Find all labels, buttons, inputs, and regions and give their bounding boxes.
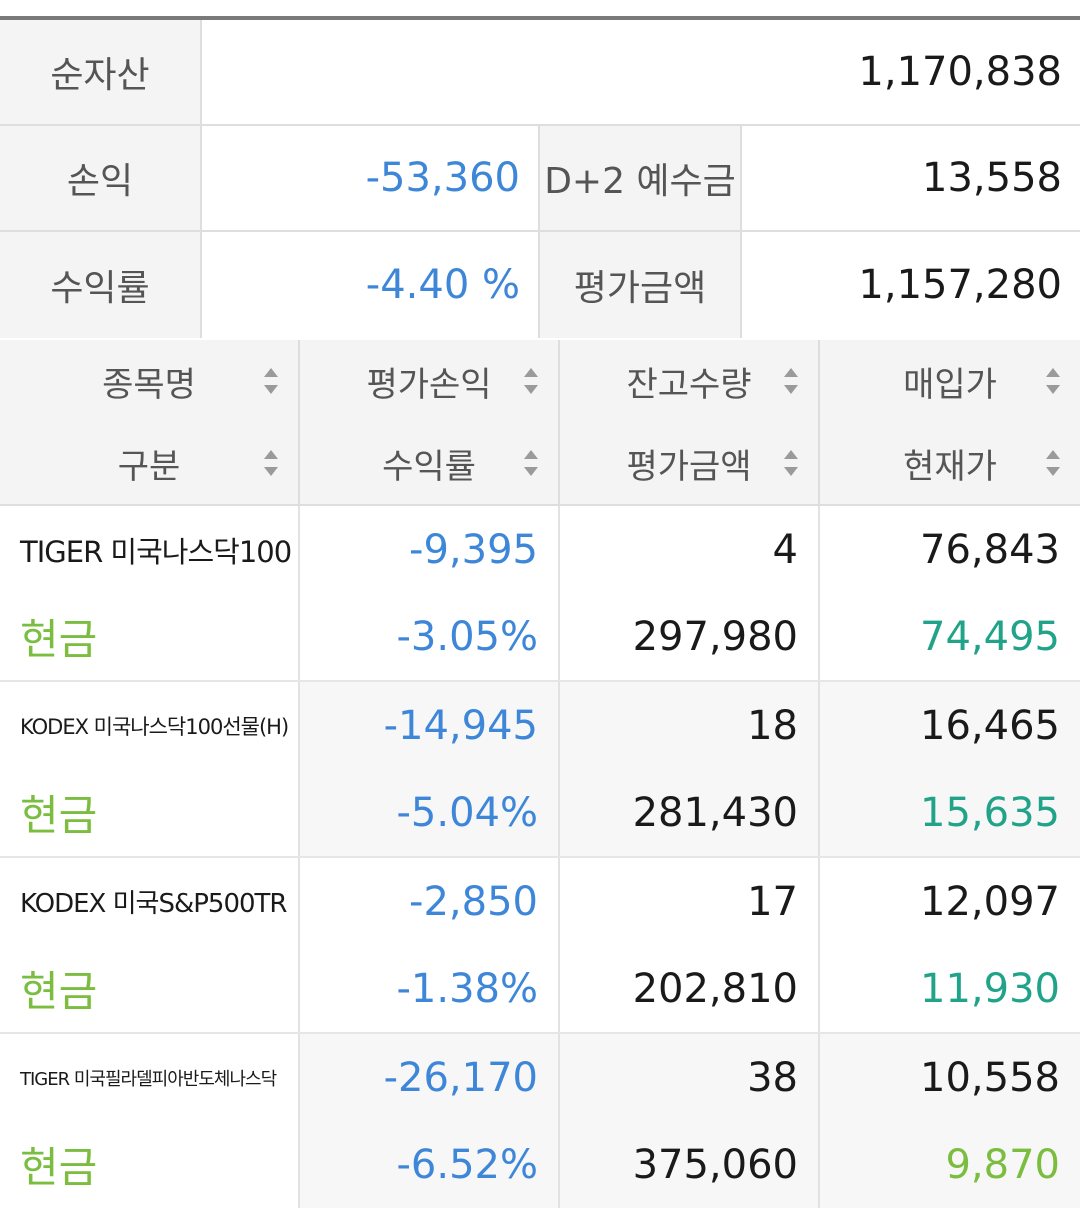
qty-cell: 38 375,060 — [560, 1034, 820, 1208]
eval-pnl: -9,395 — [409, 526, 538, 573]
stock-cell[interactable]: KODEX 미국S&P500TR 현금 — [0, 858, 300, 1032]
stock-cell[interactable]: KODEX 미국나스닥100선물(H) 현금 — [0, 682, 300, 856]
sort-header-qty[interactable]: 잔고수량 — [560, 340, 818, 422]
header-label: 현재가 — [903, 446, 997, 487]
sort-header-buy[interactable]: 매입가 — [820, 340, 1080, 422]
header-label: 평가금액 — [626, 446, 752, 487]
stock-cell[interactable]: TIGER 미국나스닥100 현금 — [0, 506, 300, 680]
return-value: -4.40 % — [202, 232, 540, 338]
sort-header-eval[interactable]: 평가금액 — [560, 422, 818, 504]
stock-name[interactable]: TIGER 미국나스닥100 — [0, 506, 298, 593]
eval-amount: 281,430 — [632, 789, 798, 836]
summary-row-net-asset: 순자산 1,170,838 — [0, 20, 1080, 126]
header-label: 종목명 — [102, 364, 196, 405]
qty-cell: 18 281,430 — [560, 682, 820, 856]
table-row[interactable]: KODEX 미국나스닥100선물(H) 현금 -14,945 -5.04% 18… — [0, 682, 1080, 858]
eval-amount: 375,060 — [632, 1141, 798, 1188]
qty-cell: 17 202,810 — [560, 858, 820, 1032]
header-label: 구분 — [117, 446, 181, 487]
header-label: 평가손익 — [366, 364, 492, 405]
eval-value: 1,157,280 — [858, 262, 1062, 308]
account-summary: 순자산 1,170,838 손익 -53,360 D+2 예수금 13,558 … — [0, 20, 1080, 338]
balance-qty: 17 — [747, 878, 798, 925]
sort-updown-icon[interactable] — [524, 368, 538, 394]
header-col-name: 종목명 구분 — [0, 340, 300, 504]
net-asset-value: 1,170,838 — [858, 49, 1062, 95]
balance-qty: 18 — [747, 702, 798, 749]
account-type: 현금 — [20, 615, 98, 664]
balance-qty: 4 — [772, 526, 798, 573]
stock-cell[interactable]: TIGER 미국필라델피아반도체나스닥 현금 — [0, 1034, 300, 1208]
return-rate: -6.52% — [396, 1141, 538, 1188]
table-row[interactable]: TIGER 미국필라델피아반도체나스닥 현금 -26,170 -6.52% 38… — [0, 1034, 1080, 1210]
qty-cell: 4 297,980 — [560, 506, 820, 680]
sort-updown-icon[interactable] — [1046, 450, 1060, 476]
balance-qty: 38 — [747, 1054, 798, 1101]
return-rate: -5.04% — [396, 789, 538, 836]
buy-price: 16,465 — [920, 702, 1060, 749]
return-rate: -3.05% — [396, 613, 538, 660]
header-col-qty: 잔고수량 평가금액 — [560, 340, 820, 504]
summary-row-return: 수익률 -4.40 % 평가금액 1,157,280 — [0, 232, 1080, 338]
sort-updown-icon[interactable] — [524, 450, 538, 476]
sort-updown-icon[interactable] — [784, 450, 798, 476]
stock-name[interactable]: KODEX 미국S&P500TR — [0, 858, 298, 945]
eval-pnl: -26,170 — [383, 1054, 538, 1101]
current-price: 74,495 — [920, 613, 1060, 660]
holdings-table-body: TIGER 미국나스닥100 현금 -9,395 -3.05% 4 297,98… — [0, 506, 1080, 1210]
eval-amount: 202,810 — [632, 965, 798, 1012]
pnl-cell: -14,945 -5.04% — [300, 682, 560, 856]
sort-header-pnl[interactable]: 평가손익 — [300, 340, 558, 422]
eval-amount: 297,980 — [632, 613, 798, 660]
eval-label: 평가금액 — [540, 232, 742, 338]
sort-updown-icon[interactable] — [1046, 368, 1060, 394]
header-col-pnl: 평가손익 수익률 — [300, 340, 560, 504]
price-cell: 12,097 11,930 — [820, 858, 1080, 1032]
current-price: 11,930 — [920, 965, 1060, 1012]
sort-header-type[interactable]: 구분 — [0, 422, 298, 504]
header-col-price: 매입가 현재가 — [820, 340, 1080, 504]
price-cell: 10,558 9,870 — [820, 1034, 1080, 1208]
stock-name[interactable]: TIGER 미국필라델피아반도체나스닥 — [0, 1034, 298, 1121]
stock-name[interactable]: KODEX 미국나스닥100선물(H) — [0, 682, 298, 769]
header-label: 매입가 — [903, 364, 997, 405]
holdings-table-header: 종목명 구분 평가손익 수익률 잔고수량 평가금액 매입가 현재가 — [0, 340, 1080, 506]
current-price: 15,635 — [920, 789, 1060, 836]
net-asset-label: 순자산 — [0, 20, 202, 124]
sort-updown-icon[interactable] — [784, 368, 798, 394]
deposit-label: D+2 예수금 — [540, 126, 742, 230]
table-row[interactable]: TIGER 미국나스닥100 현금 -9,395 -3.05% 4 297,98… — [0, 506, 1080, 682]
buy-price: 76,843 — [920, 526, 1060, 573]
sort-updown-icon[interactable] — [264, 450, 278, 476]
summary-row-pnl: 손익 -53,360 D+2 예수금 13,558 — [0, 126, 1080, 232]
pnl-value: -53,360 — [202, 126, 540, 230]
buy-price: 10,558 — [920, 1054, 1060, 1101]
sort-header-rate[interactable]: 수익률 — [300, 422, 558, 504]
pnl-cell: -26,170 -6.52% — [300, 1034, 560, 1208]
eval-pnl: -2,850 — [409, 878, 538, 925]
sort-header-cur[interactable]: 현재가 — [820, 422, 1080, 504]
account-type: 현금 — [20, 967, 98, 1016]
sort-header-name[interactable]: 종목명 — [0, 340, 298, 422]
current-price: 9,870 — [945, 1141, 1060, 1188]
pnl-cell: -9,395 -3.05% — [300, 506, 560, 680]
return-rate: -1.38% — [396, 965, 538, 1012]
deposit-value: 13,558 — [922, 155, 1062, 201]
price-cell: 76,843 74,495 — [820, 506, 1080, 680]
header-label: 수익률 — [382, 446, 476, 487]
price-cell: 16,465 15,635 — [820, 682, 1080, 856]
pnl-label: 손익 — [0, 126, 202, 230]
return-label: 수익률 — [0, 232, 202, 338]
pnl-cell: -2,850 -1.38% — [300, 858, 560, 1032]
sort-updown-icon[interactable] — [264, 368, 278, 394]
account-type: 현금 — [20, 1143, 98, 1192]
table-row[interactable]: KODEX 미국S&P500TR 현금 -2,850 -1.38% 17 202… — [0, 858, 1080, 1034]
account-type: 현금 — [20, 791, 98, 840]
buy-price: 12,097 — [920, 878, 1060, 925]
header-label: 잔고수량 — [626, 364, 752, 405]
eval-pnl: -14,945 — [383, 702, 538, 749]
